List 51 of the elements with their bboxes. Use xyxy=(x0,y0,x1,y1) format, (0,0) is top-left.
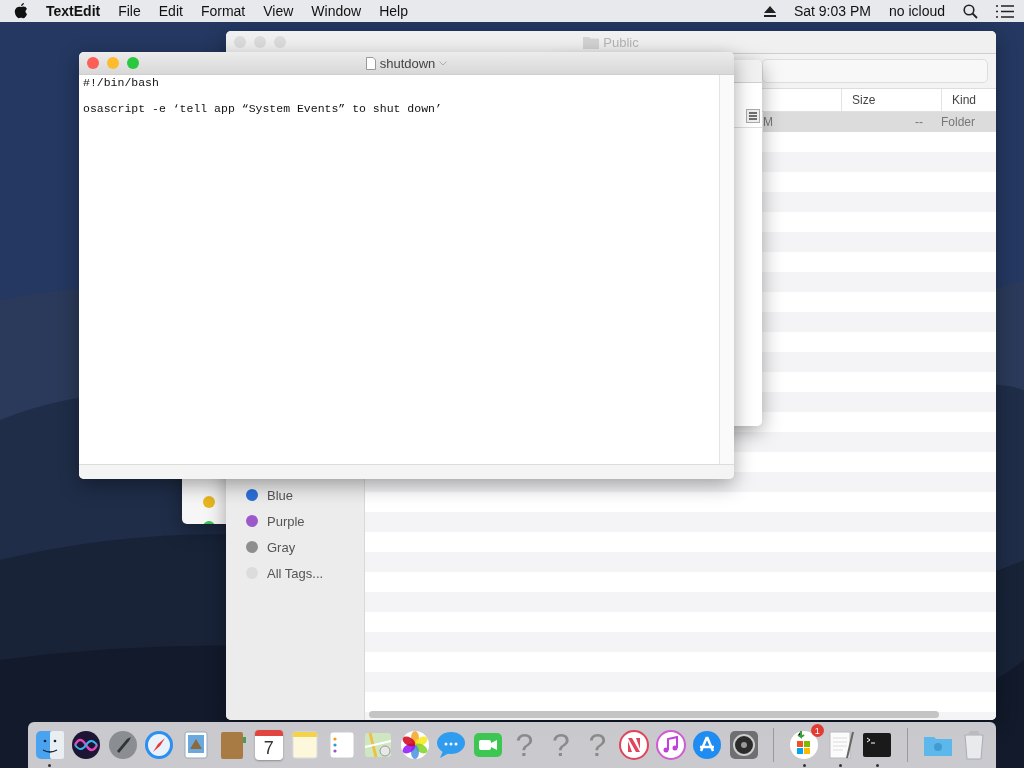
menu-icon[interactable] xyxy=(996,4,1014,18)
file-name: M xyxy=(763,115,774,129)
document-icon xyxy=(365,56,376,70)
app-store-icon xyxy=(691,729,724,761)
tag-dot xyxy=(203,496,215,508)
tag-label[interactable]: Gray xyxy=(267,539,296,555)
close-button[interactable] xyxy=(87,57,99,69)
list-view-icon[interactable] xyxy=(746,109,760,123)
finder-icon xyxy=(33,729,66,761)
tag-label[interactable]: Blue xyxy=(267,487,294,503)
menu-item[interactable]: Help xyxy=(379,3,408,19)
tag-label[interactable]: All Tags... xyxy=(267,565,324,581)
column-header[interactable]: Kind xyxy=(941,89,996,111)
folder-icon xyxy=(583,35,600,49)
siri-icon xyxy=(70,729,103,761)
file-size: -- xyxy=(914,115,924,129)
file-kind: Folder xyxy=(941,115,976,129)
column-header[interactable]: Size xyxy=(841,89,941,111)
music-note-icon xyxy=(654,729,687,761)
text-line: #!/bin/bash xyxy=(83,76,160,89)
chevron-down-icon[interactable] xyxy=(439,60,448,66)
menu-item[interactable]: Format xyxy=(200,3,246,19)
news-icon xyxy=(618,729,650,761)
zoom-button[interactable] xyxy=(127,57,139,69)
flower-icon xyxy=(398,729,431,761)
clock[interactable]: Sat 9:03 PM xyxy=(793,3,871,19)
window-title: Public xyxy=(603,34,639,50)
window-control[interactable] xyxy=(234,36,246,48)
search-icon[interactable] xyxy=(963,3,978,19)
search-field[interactable] xyxy=(762,59,988,83)
menu-item[interactable]: Edit xyxy=(158,3,183,19)
scrollbar[interactable] xyxy=(369,711,939,718)
calendar-date: 7 xyxy=(263,737,274,759)
menu-item[interactable]: Window xyxy=(311,3,362,19)
speech-bubble-icon xyxy=(435,729,468,761)
window-control[interactable] xyxy=(254,36,266,48)
minimize-button[interactable] xyxy=(107,57,119,69)
menu-item[interactable]: File xyxy=(118,3,141,19)
store-icon xyxy=(788,729,821,761)
notification-badge: 1 xyxy=(810,724,824,737)
menu-item[interactable]: View xyxy=(263,3,294,19)
window-control[interactable] xyxy=(274,36,286,48)
tag-label[interactable]: Purple xyxy=(267,513,305,529)
app-menu[interactable]: TextEdit xyxy=(46,3,101,19)
user-menu[interactable]: no icloud xyxy=(888,3,945,19)
window-title: shutdown xyxy=(379,55,436,71)
eject-icon[interactable] xyxy=(763,5,776,17)
text-line: osascript -e ‘tell app “System Events” to shut down’ xyxy=(83,102,443,115)
apple-icon[interactable] xyxy=(14,3,28,19)
calendar-icon[interactable]: 7 xyxy=(254,730,283,760)
compass-icon xyxy=(143,729,176,761)
